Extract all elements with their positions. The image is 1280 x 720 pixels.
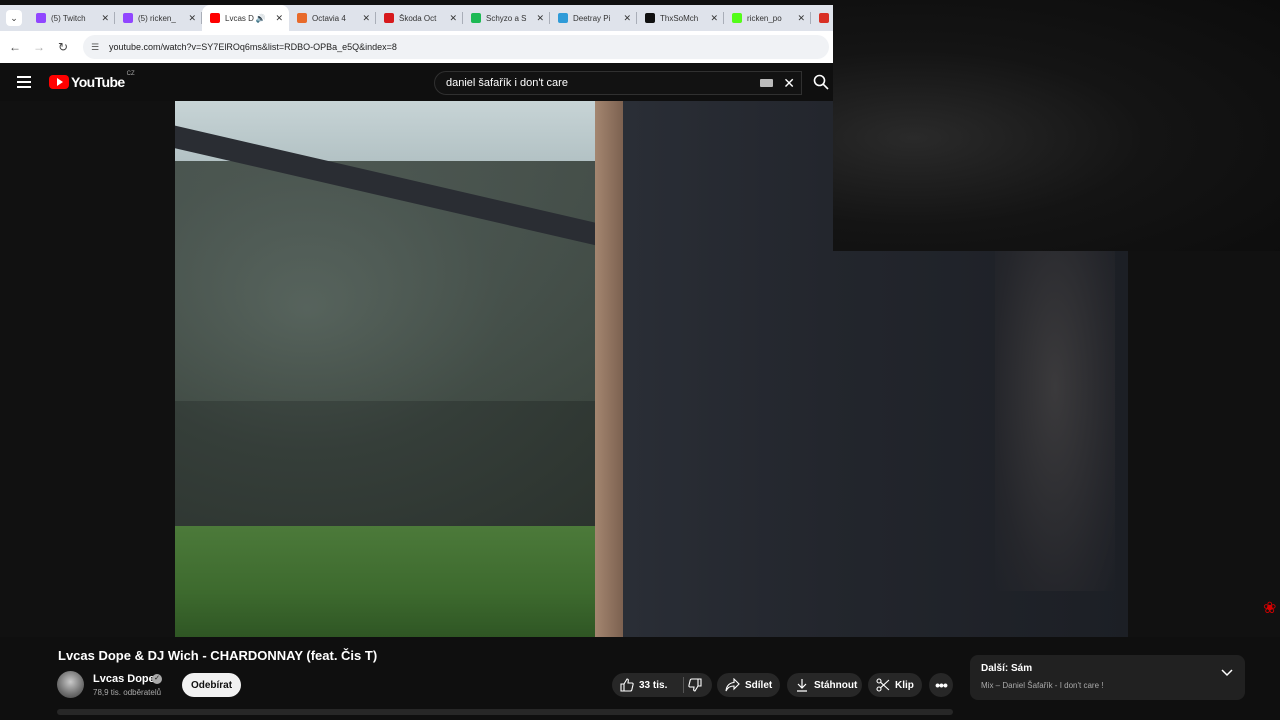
up-next-subtitle: Mix – Daniel Šafařík - I don't care !	[981, 681, 1104, 690]
more-dots-icon: •••	[935, 677, 948, 693]
tab-favicon-icon	[819, 13, 829, 23]
video-person	[995, 251, 1115, 591]
thumbs-down-icon	[688, 678, 702, 692]
description-box-edge	[57, 709, 953, 715]
tab-title: (5) Twitch	[51, 13, 86, 23]
up-next-panel[interactable]: Další: Sám Mix – Daniel Šafařík - I don'…	[970, 655, 1245, 700]
download-button[interactable]: Stáhnout	[787, 673, 862, 697]
tab-title: ricken_po	[747, 13, 782, 23]
youtube-logo[interactable]: YouTube CZ	[49, 71, 135, 90]
browser-tab[interactable]: Schyzo a S ✕	[463, 5, 550, 31]
tab-title: Schyzo a S	[486, 13, 527, 23]
close-tab-icon[interactable]: ✕	[275, 13, 283, 24]
tab-favicon-icon	[471, 13, 481, 23]
like-dislike-group: 33 tis.	[612, 673, 712, 697]
share-icon	[725, 678, 740, 692]
tab-favicon-icon	[297, 13, 307, 23]
browser-tab[interactable]: (5) Twitch ✕	[28, 5, 115, 31]
tab-title: Octavia 4	[312, 13, 346, 23]
tab-title: ThxSoMch	[660, 13, 699, 23]
close-tab-icon[interactable]: ✕	[101, 13, 109, 24]
tab-title: Lvcas D	[225, 13, 254, 23]
keyboard-icon[interactable]	[760, 79, 774, 87]
close-tab-icon[interactable]: ✕	[797, 13, 805, 24]
region-code: CZ	[126, 71, 135, 77]
tab-title: Deetray Pi	[573, 13, 611, 23]
tab-search-icon[interactable]: ⌄	[6, 10, 22, 26]
thumbs-up-icon	[620, 678, 634, 692]
tab-favicon-icon	[210, 13, 220, 23]
download-icon	[797, 679, 807, 692]
verified-icon: ✓	[152, 674, 162, 684]
site-settings-icon[interactable]: ☰	[91, 42, 105, 53]
download-label: Stáhnout	[814, 679, 858, 691]
search-button[interactable]	[808, 70, 834, 94]
close-tab-icon[interactable]: ✕	[710, 13, 718, 24]
channel-avatar[interactable]	[57, 671, 84, 698]
overlay-logo-icon: ❀	[1263, 600, 1277, 617]
tab-title: (5) ricken_	[138, 13, 176, 23]
tab-favicon-icon	[36, 13, 46, 23]
browser-tab[interactable]: ThxSoMch ✕	[637, 5, 724, 31]
speaker-icon[interactable]: 🔊	[255, 14, 265, 23]
more-actions-button[interactable]: •••	[929, 673, 953, 697]
youtube-header: YouTube CZ daniel šafařík i don't care ✕	[0, 63, 833, 101]
browser-tab[interactable]: (5) ricken_ ✕	[115, 5, 202, 31]
browser-tab[interactable]: Lvcas D 🔊 ✕	[202, 5, 289, 31]
browser-tab[interactable]: Deetray Pi ✕	[550, 5, 637, 31]
scissors-icon	[876, 678, 890, 692]
subscriber-count: 78,9 tis. odběratelů	[93, 688, 162, 697]
tab-title: Škoda Oct	[399, 13, 437, 23]
tab-list: (5) Twitch ✕ (5) ricken_ ✕ Lvcas D 🔊 ✕ Octavia …	[28, 5, 831, 31]
youtube-play-icon	[49, 75, 69, 89]
clear-search-icon[interactable]: ✕	[783, 75, 795, 92]
video-title: Lvcas Dope & DJ Wich - CHARDONNAY (feat.…	[58, 648, 378, 663]
close-tab-icon[interactable]: ✕	[362, 13, 370, 24]
tab-favicon-icon	[384, 13, 394, 23]
dislike-button[interactable]	[683, 678, 712, 692]
address-bar[interactable]: ☰ youtube.com/watch?v=SY7ElROq6ms&list=R…	[83, 35, 829, 59]
up-next-title: Další: Sám	[981, 663, 1033, 674]
tab-favicon-icon	[732, 13, 742, 23]
clip-label: Klip	[895, 679, 914, 691]
tab-favicon-icon	[558, 13, 568, 23]
subscribe-button[interactable]: Odebírat	[182, 673, 241, 697]
channel-name[interactable]: Lvcas Dope	[93, 673, 155, 685]
share-button[interactable]: Sdílet	[717, 673, 780, 697]
reload-icon[interactable]: ↻	[51, 40, 75, 54]
like-count: 33 tis.	[639, 679, 668, 691]
search-input[interactable]: daniel šafařík i don't care	[446, 77, 760, 89]
close-tab-icon[interactable]: ✕	[623, 13, 631, 24]
search-box[interactable]: daniel šafařík i don't care ✕	[434, 71, 802, 95]
browser-tab[interactable]: Octavia 4 ✕	[289, 5, 376, 31]
share-label: Sdílet	[745, 679, 773, 691]
webcam-overlay	[833, 0, 1280, 251]
browser-tab[interactable]	[811, 5, 831, 31]
like-button[interactable]: 33 tis.	[612, 678, 683, 692]
address-bar-row: ← → ↻ ☰ youtube.com/watch?v=SY7ElROq6ms&…	[0, 31, 833, 63]
browser-tab[interactable]: ricken_po ✕	[724, 5, 811, 31]
url-text[interactable]: youtube.com/watch?v=SY7ElROq6ms&list=RDB…	[109, 42, 397, 52]
logo-text: YouTube	[71, 74, 125, 90]
tab-favicon-icon	[645, 13, 655, 23]
chevron-down-icon[interactable]	[1221, 669, 1233, 677]
video-wall	[595, 101, 623, 637]
tab-favicon-icon	[123, 13, 133, 23]
back-arrow-icon[interactable]: ←	[3, 40, 27, 54]
close-tab-icon[interactable]: ✕	[536, 13, 544, 24]
close-tab-icon[interactable]: ✕	[188, 13, 196, 24]
menu-icon[interactable]	[17, 76, 31, 91]
close-tab-icon[interactable]: ✕	[449, 13, 457, 24]
browser-tab[interactable]: Škoda Oct ✕	[376, 5, 463, 31]
tab-strip: ⌄ (5) Twitch ✕ (5) ricken_ ✕ Lvcas D 🔊 ✕ Octavi…	[0, 5, 833, 31]
video-grass	[175, 526, 615, 637]
clip-button[interactable]: Klip	[868, 673, 922, 697]
search-icon	[813, 74, 829, 90]
forward-arrow-icon[interactable]: →	[27, 40, 51, 54]
